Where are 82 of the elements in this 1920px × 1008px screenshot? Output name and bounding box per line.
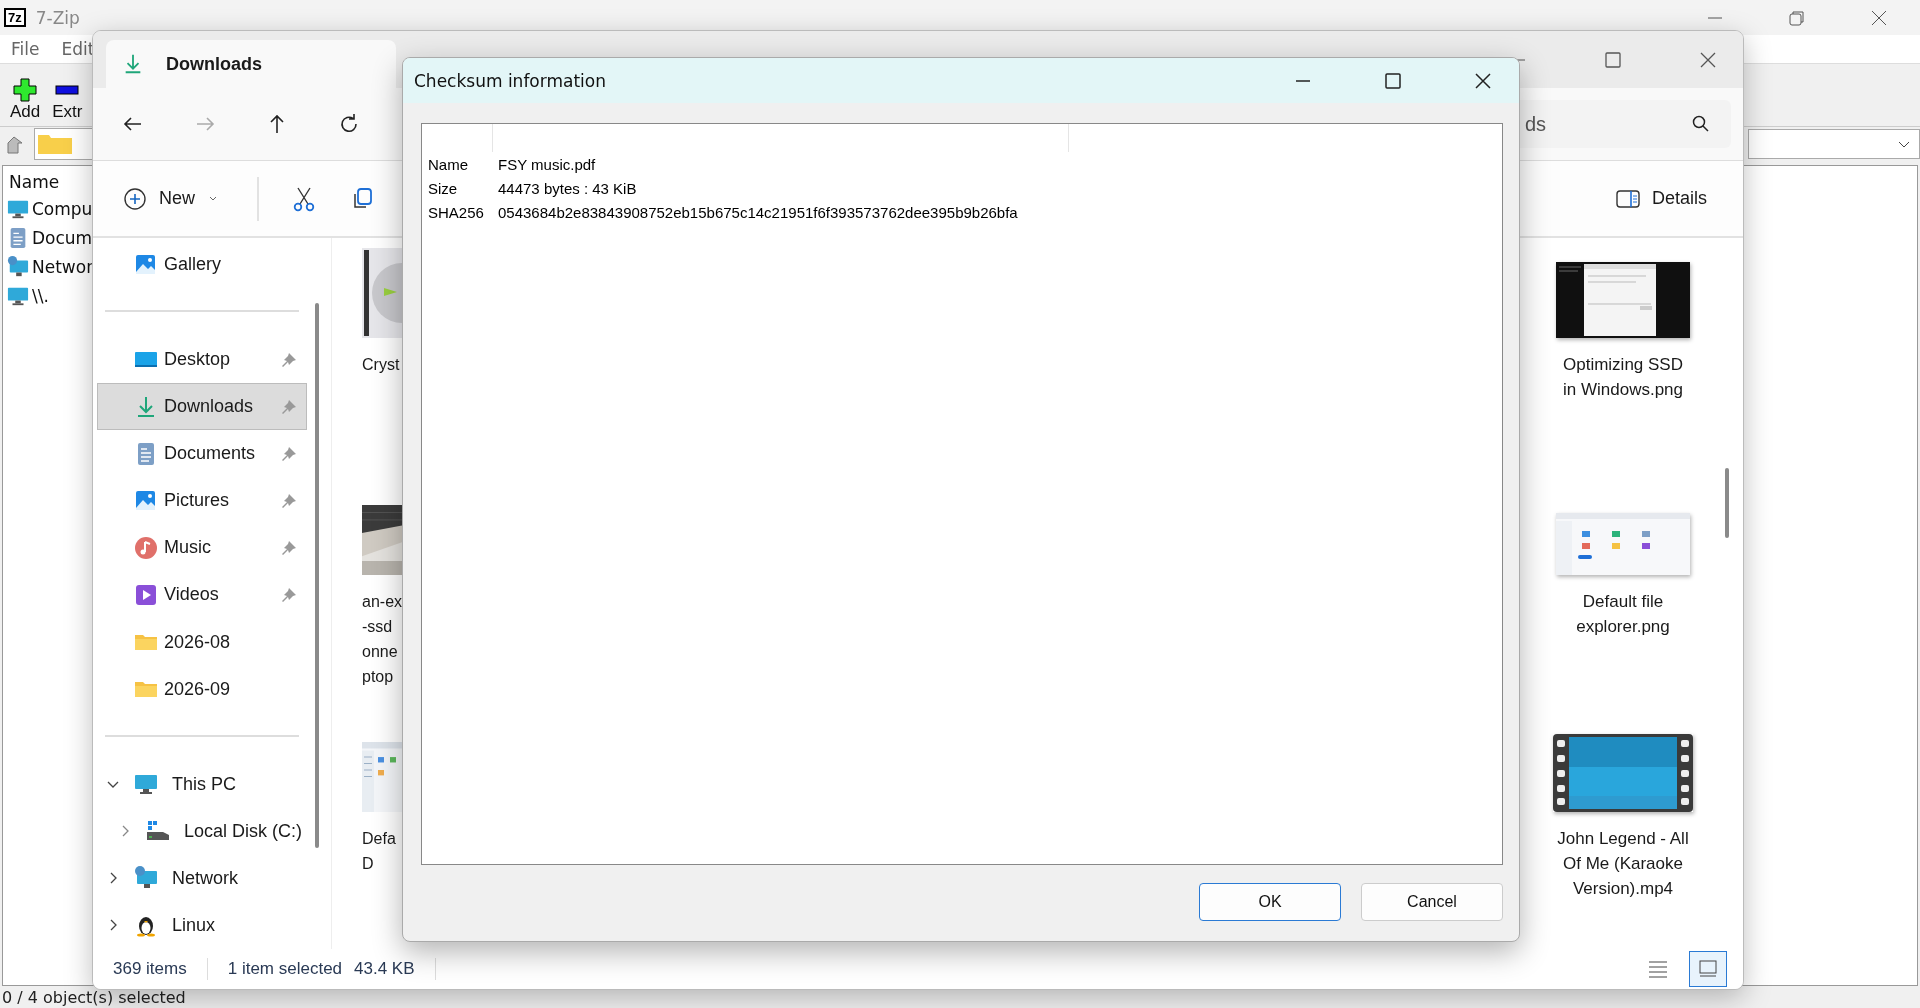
property-value: 0543684b2e83843908752eb15b675c14c21951f6f393573762dee395b9b26bfa [498, 203, 1018, 221]
sidebar-item[interactable]: Pictures [97, 477, 307, 525]
sidebar-item[interactable]: Documents [97, 430, 307, 478]
file-name[interactable]: Version).mp4 [1572, 876, 1674, 901]
scrollbar-thumb[interactable] [1725, 468, 1729, 538]
pin-icon[interactable] [280, 585, 298, 604]
address-dropdown[interactable] [1748, 129, 1920, 159]
ok-button[interactable]: OK [1199, 883, 1341, 921]
sidebar-item[interactable]: Gallery [97, 241, 307, 289]
chevron-down-icon [1897, 139, 1911, 149]
details-button[interactable]: Details [1609, 187, 1713, 210]
file-name[interactable]: Networ [32, 256, 94, 277]
plus-icon [123, 186, 147, 211]
sidebar-item[interactable]: 2026-08 [97, 618, 307, 666]
music-icon [134, 535, 158, 560]
window-title: 7-Zip [35, 7, 80, 28]
file-name[interactable]: Optimizing SSD [1563, 352, 1683, 377]
tile-icon [1698, 960, 1718, 978]
video-icon [134, 582, 158, 607]
file-name[interactable]: Defa [362, 826, 396, 851]
selection-size: 43.4 KB [354, 959, 415, 979]
app-logo: 7z [4, 8, 26, 27]
tab[interactable]: Downloads [106, 40, 396, 88]
file-name[interactable]: Default file [1582, 589, 1664, 614]
folder-icon [37, 133, 73, 155]
file-name[interactable]: an-ex [362, 589, 403, 614]
sidebar-item[interactable]: Downloads [97, 383, 307, 431]
pin-icon[interactable] [280, 397, 298, 416]
tree-item[interactable]: This PC [97, 760, 307, 808]
pin-icon[interactable] [280, 538, 298, 557]
new-button[interactable]: New [117, 185, 225, 212]
toolbar-button[interactable]: Extr [52, 78, 83, 126]
property-value: 44473 bytes : 43 KiB [498, 179, 637, 197]
cancel-button[interactable]: Cancel [1361, 883, 1503, 921]
file-name[interactable]: in Windows.png [1563, 377, 1683, 402]
property-label: Name [428, 155, 469, 173]
status-text: 0 / 4 object(s) selected [2, 987, 186, 1007]
property-label: SHA256 [428, 203, 485, 221]
file-name[interactable]: Compu [32, 198, 93, 219]
tree-item[interactable]: Linux [97, 901, 307, 949]
cut-icon[interactable] [291, 185, 317, 212]
dialog-title: Checksum information [414, 70, 606, 91]
sidebar-item[interactable]: Desktop [97, 336, 307, 384]
file-name[interactable]: onne [362, 639, 398, 664]
pin-icon[interactable] [280, 444, 298, 463]
file-name[interactable]: Cryst [362, 352, 400, 377]
selection-info: 1 item selected [227, 959, 343, 979]
pin-icon[interactable] [280, 491, 298, 510]
sidebar-item[interactable]: 2026-09 [97, 665, 307, 713]
tiles-view-button[interactable] [1689, 951, 1727, 987]
image-icon [134, 252, 158, 277]
monitor-icon [134, 772, 158, 797]
menu-item[interactable]: File [11, 39, 40, 59]
network-icon [7, 255, 29, 278]
tree-item[interactable]: Local Disk (C:) [97, 807, 307, 855]
menu-item[interactable]: Edit [61, 39, 95, 59]
file-name[interactable]: ptop [362, 664, 394, 689]
maximize-icon[interactable] [1383, 70, 1403, 91]
file-name[interactable]: John Legend - All [1557, 826, 1689, 851]
file-name[interactable]: Of Me (Karaoke [1563, 851, 1683, 876]
details-pane-icon [1615, 188, 1640, 209]
scrollbar-thumb[interactable] [315, 303, 319, 848]
tree-item[interactable]: Network [97, 854, 307, 902]
property-value: FSY music.pdf [498, 155, 596, 173]
search-icon [1691, 114, 1711, 134]
network-icon [134, 866, 158, 891]
file-name[interactable]: D [362, 851, 374, 876]
pin-icon[interactable] [280, 350, 298, 369]
file-name[interactable]: explorer.png [1576, 614, 1670, 639]
file-name[interactable]: Docum [32, 227, 93, 248]
file-name[interactable]: -ssd [362, 614, 393, 639]
close-icon[interactable] [1473, 70, 1493, 91]
image-icon [134, 488, 158, 513]
sidebar-item[interactable]: Videos [97, 571, 307, 619]
toolbar-button[interactable]: Add [10, 78, 41, 126]
maximize-icon[interactable] [1603, 49, 1623, 70]
list-icon [1648, 960, 1668, 978]
item-count: 369 items [113, 959, 187, 979]
sidebar-item[interactable]: Music [97, 524, 307, 572]
property-label: Size [428, 179, 459, 197]
file-name[interactable]: \\. [32, 285, 49, 306]
plus-icon [13, 78, 38, 102]
